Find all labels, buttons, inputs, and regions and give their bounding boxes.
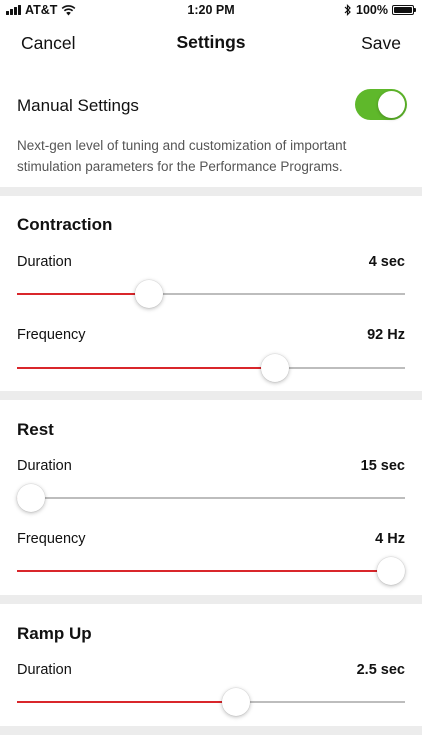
bluetooth-icon bbox=[344, 4, 351, 16]
status-bar: AT&T 1:20 PM 100% bbox=[0, 0, 422, 22]
manual-settings-description: Next-gen level of tuning and customizati… bbox=[17, 138, 347, 174]
slider-fill bbox=[17, 570, 392, 572]
status-right: 100% bbox=[344, 3, 416, 17]
rest-duration-label: Duration bbox=[17, 458, 72, 474]
rest-frequency-slider[interactable] bbox=[17, 557, 406, 585]
contraction-duration-label: Duration bbox=[17, 254, 72, 270]
save-button[interactable]: Save bbox=[361, 33, 401, 54]
section-title-ramp-up: Ramp Up bbox=[17, 624, 92, 643]
rest-duration-value: 15 sec bbox=[360, 458, 405, 474]
rest-duration-slider[interactable] bbox=[16, 484, 405, 512]
contraction-frequency-slider[interactable] bbox=[17, 354, 405, 382]
nav-bar: Cancel Settings Save bbox=[0, 22, 422, 66]
slider-thumb[interactable] bbox=[134, 280, 163, 308]
rest-frequency-value: 4 Hz bbox=[375, 531, 405, 547]
contraction-duration-slider[interactable] bbox=[17, 280, 405, 308]
manual-settings-toggle[interactable] bbox=[355, 89, 407, 120]
slider-thumb[interactable] bbox=[261, 354, 290, 382]
ramp-up-duration-slider[interactable] bbox=[17, 688, 405, 716]
slider-thumb[interactable] bbox=[16, 484, 45, 512]
section-divider bbox=[0, 391, 422, 400]
contraction-frequency-value: 92 Hz bbox=[367, 327, 405, 343]
manual-settings-section: Manual Settings Next-gen level of tuning… bbox=[0, 66, 422, 187]
slider-fill bbox=[17, 293, 149, 295]
section-title-rest: Rest bbox=[17, 420, 54, 439]
ramp-up-duration-label: Duration bbox=[17, 662, 72, 678]
battery-icon bbox=[392, 5, 416, 15]
toggle-knob bbox=[378, 91, 405, 118]
page-title: Settings bbox=[176, 32, 246, 52]
section-title-contraction: Contraction bbox=[17, 215, 113, 234]
contraction-frequency-label: Frequency bbox=[17, 327, 86, 343]
manual-settings-label: Manual Settings bbox=[17, 96, 139, 115]
rest-frequency-label: Frequency bbox=[17, 531, 86, 547]
battery-percent: 100% bbox=[356, 3, 388, 17]
slider-thumb[interactable] bbox=[222, 688, 251, 716]
section-divider bbox=[0, 187, 422, 196]
section-divider bbox=[0, 595, 422, 604]
slider-thumb[interactable] bbox=[377, 557, 406, 585]
ramp-up-duration-value: 2.5 sec bbox=[356, 662, 405, 678]
slider-fill bbox=[17, 367, 276, 369]
slider-track bbox=[17, 497, 405, 499]
contraction-duration-value: 4 sec bbox=[368, 254, 405, 270]
battery-fill bbox=[394, 7, 412, 13]
section-divider bbox=[0, 726, 422, 735]
slider-fill bbox=[17, 701, 237, 703]
